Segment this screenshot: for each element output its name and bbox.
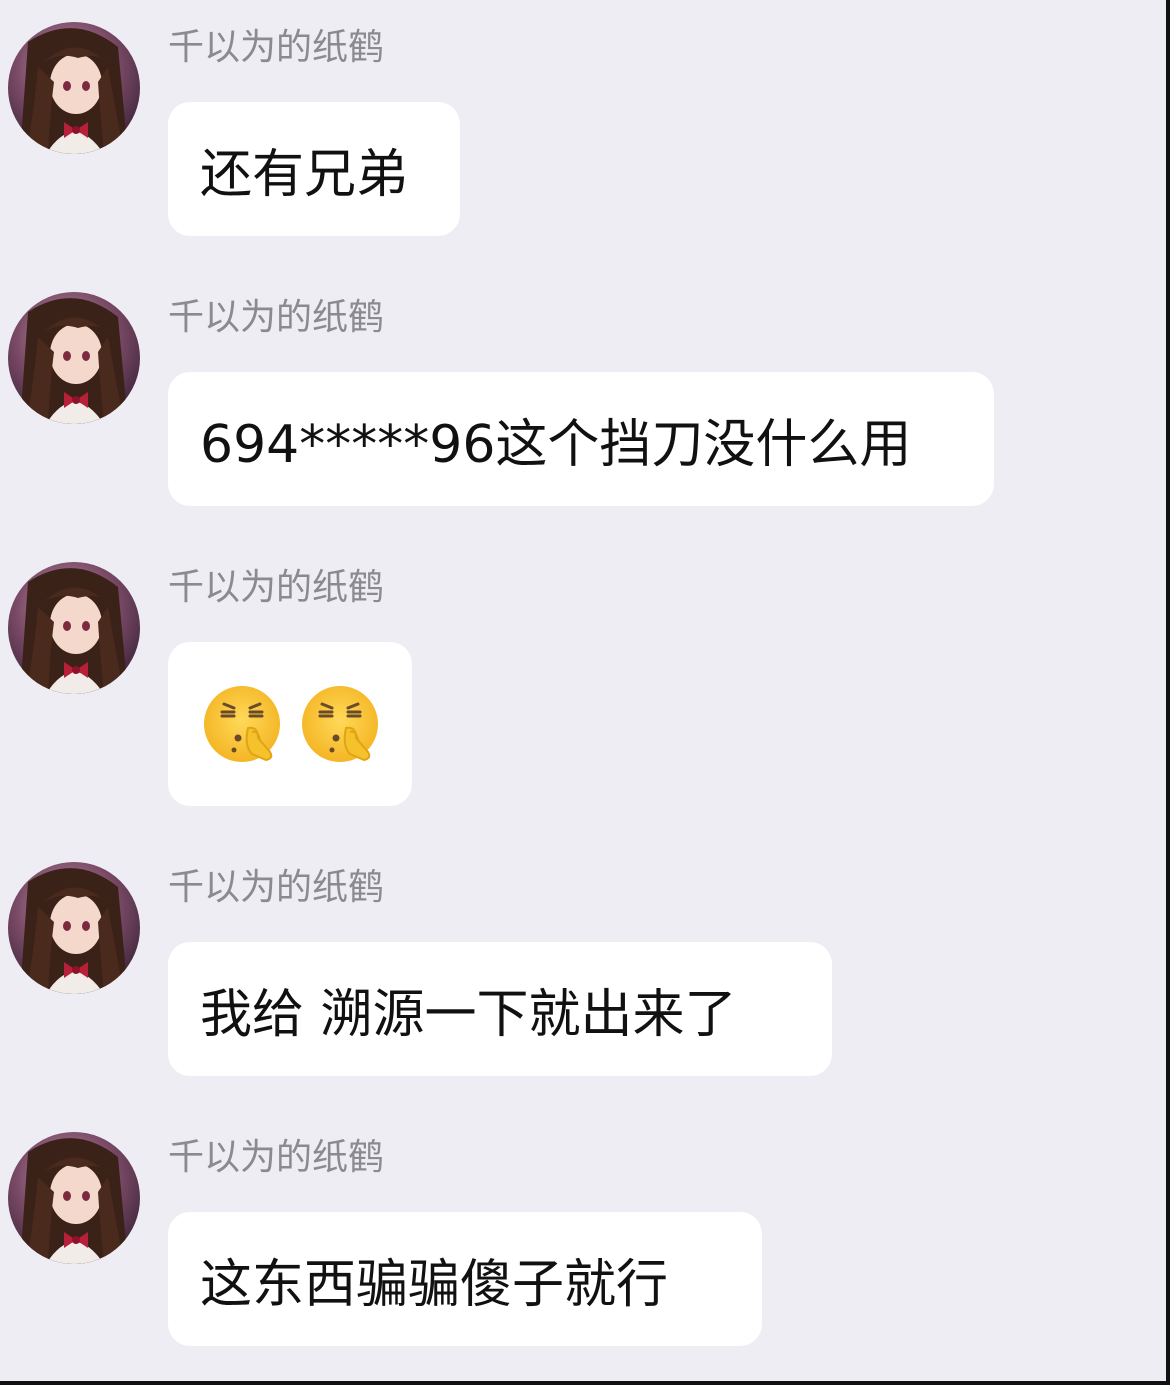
avatar[interactable] bbox=[8, 292, 140, 424]
avatar-image bbox=[8, 292, 140, 424]
sender-name: 千以为的纸鹤 bbox=[168, 27, 385, 68]
sender-name: 千以为的纸鹤 bbox=[168, 567, 385, 608]
avatar[interactable] bbox=[8, 22, 140, 154]
screen-edge-right bbox=[1166, 0, 1170, 1385]
message-text: 这东西骗骗傻子就行 bbox=[200, 1254, 669, 1315]
message-bubble[interactable] bbox=[168, 642, 412, 806]
message-bubble[interactable]: 还有兄弟 bbox=[168, 102, 460, 236]
avatar-image bbox=[8, 22, 140, 154]
sender-name: 千以为的纸鹤 bbox=[168, 867, 385, 908]
message-text: 还有兄弟 bbox=[200, 144, 409, 205]
sender-name: 千以为的纸鹤 bbox=[168, 1137, 385, 1178]
avatar[interactable] bbox=[8, 1132, 140, 1264]
avatar[interactable] bbox=[8, 862, 140, 994]
avatar[interactable] bbox=[8, 562, 140, 694]
message-text: 我给 溯源一下就出来了 bbox=[200, 984, 737, 1045]
avatar-image bbox=[8, 862, 140, 994]
avatar-image bbox=[8, 562, 140, 694]
shushing-face-emoji-icon bbox=[200, 682, 284, 766]
message-bubble[interactable]: 694*****96这个挡刀没什么用 bbox=[168, 372, 994, 506]
screen-edge-bottom bbox=[0, 1381, 1170, 1385]
sender-name: 千以为的纸鹤 bbox=[168, 297, 385, 338]
avatar-image bbox=[8, 1132, 140, 1264]
shushing-face-emoji-icon bbox=[298, 682, 382, 766]
message-bubble[interactable]: 这东西骗骗傻子就行 bbox=[168, 1212, 762, 1346]
message-text: 694*****96这个挡刀没什么用 bbox=[200, 414, 912, 475]
message-bubble[interactable]: 我给 溯源一下就出来了 bbox=[168, 942, 832, 1076]
